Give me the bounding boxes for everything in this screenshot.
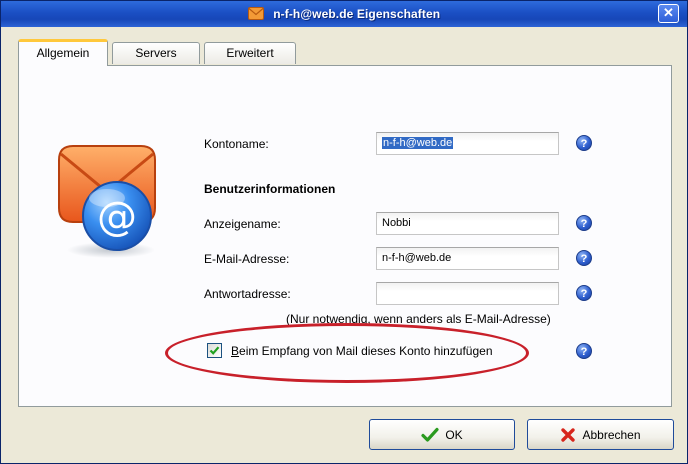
help-icon: ? [580, 288, 588, 300]
properties-dialog: n-f-h@web.de Eigenschaften ✕ Servers Erw… [0, 0, 688, 464]
window-title: n-f-h@web.de Eigenschaften [273, 6, 441, 21]
kontoname-value: n-f-h@web.de [382, 137, 454, 149]
email-field[interactable]: n-f-h@web.de [376, 247, 559, 270]
help-icon: ? [580, 138, 588, 150]
tab-panel-allgemein: @ Kontoname: n-f-h@web.de ? Benutzerinfo… [18, 65, 672, 407]
close-icon: ✕ [663, 5, 674, 20]
dialog-content: Servers Erweitert Allgemein @ Kontoname:… [4, 27, 684, 461]
email-help-button[interactable]: ? [576, 250, 592, 266]
close-button[interactable]: ✕ [658, 4, 679, 23]
anzeigename-help-button[interactable]: ? [576, 215, 592, 231]
svg-text:@: @ [97, 194, 137, 240]
ok-label: OK [445, 428, 463, 442]
kontoname-field[interactable]: n-f-h@web.de [376, 132, 559, 155]
kontoname-label: Kontoname: [204, 137, 269, 151]
help-icon: ? [580, 346, 588, 358]
help-icon: ? [580, 218, 588, 230]
kontoname-help-button[interactable]: ? [576, 135, 592, 151]
title-bar[interactable]: n-f-h@web.de Eigenschaften ✕ [1, 1, 687, 27]
tab-servers[interactable]: Servers [112, 42, 200, 64]
antwortadresse-help-button[interactable]: ? [576, 285, 592, 301]
checkmark-icon [209, 346, 220, 355]
email-label: E-Mail-Adresse: [204, 252, 290, 266]
anzeigename-field[interactable]: Nobbi [376, 212, 559, 235]
ok-button[interactable]: OK [369, 419, 515, 450]
antwortadresse-field[interactable] [376, 282, 559, 305]
add-account-checkbox-label[interactable]: Beim Empfang von Mail dieses Konto hinzu… [231, 344, 493, 358]
antwortadresse-hint: (Nur notwendig, wenn anders als E-Mail-A… [286, 312, 551, 326]
x-icon [561, 428, 576, 442]
mail-account-icon: @ [58, 145, 156, 258]
help-icon: ? [580, 253, 588, 265]
tab-allgemein[interactable]: Allgemein [18, 39, 108, 66]
checkbox-help-button[interactable]: ? [576, 343, 592, 359]
tab-erweitert[interactable]: Erweitert [204, 42, 296, 64]
cancel-button[interactable]: Abbrechen [527, 419, 674, 450]
check-icon [421, 427, 439, 442]
envelope-icon [247, 7, 264, 21]
section-heading: Benutzerinformationen [204, 182, 336, 196]
anzeigename-label: Anzeigename: [204, 217, 281, 231]
add-account-checkbox[interactable] [207, 343, 222, 358]
cancel-label: Abbrechen [582, 428, 641, 442]
antwortadresse-label: Antwortadresse: [204, 287, 291, 301]
